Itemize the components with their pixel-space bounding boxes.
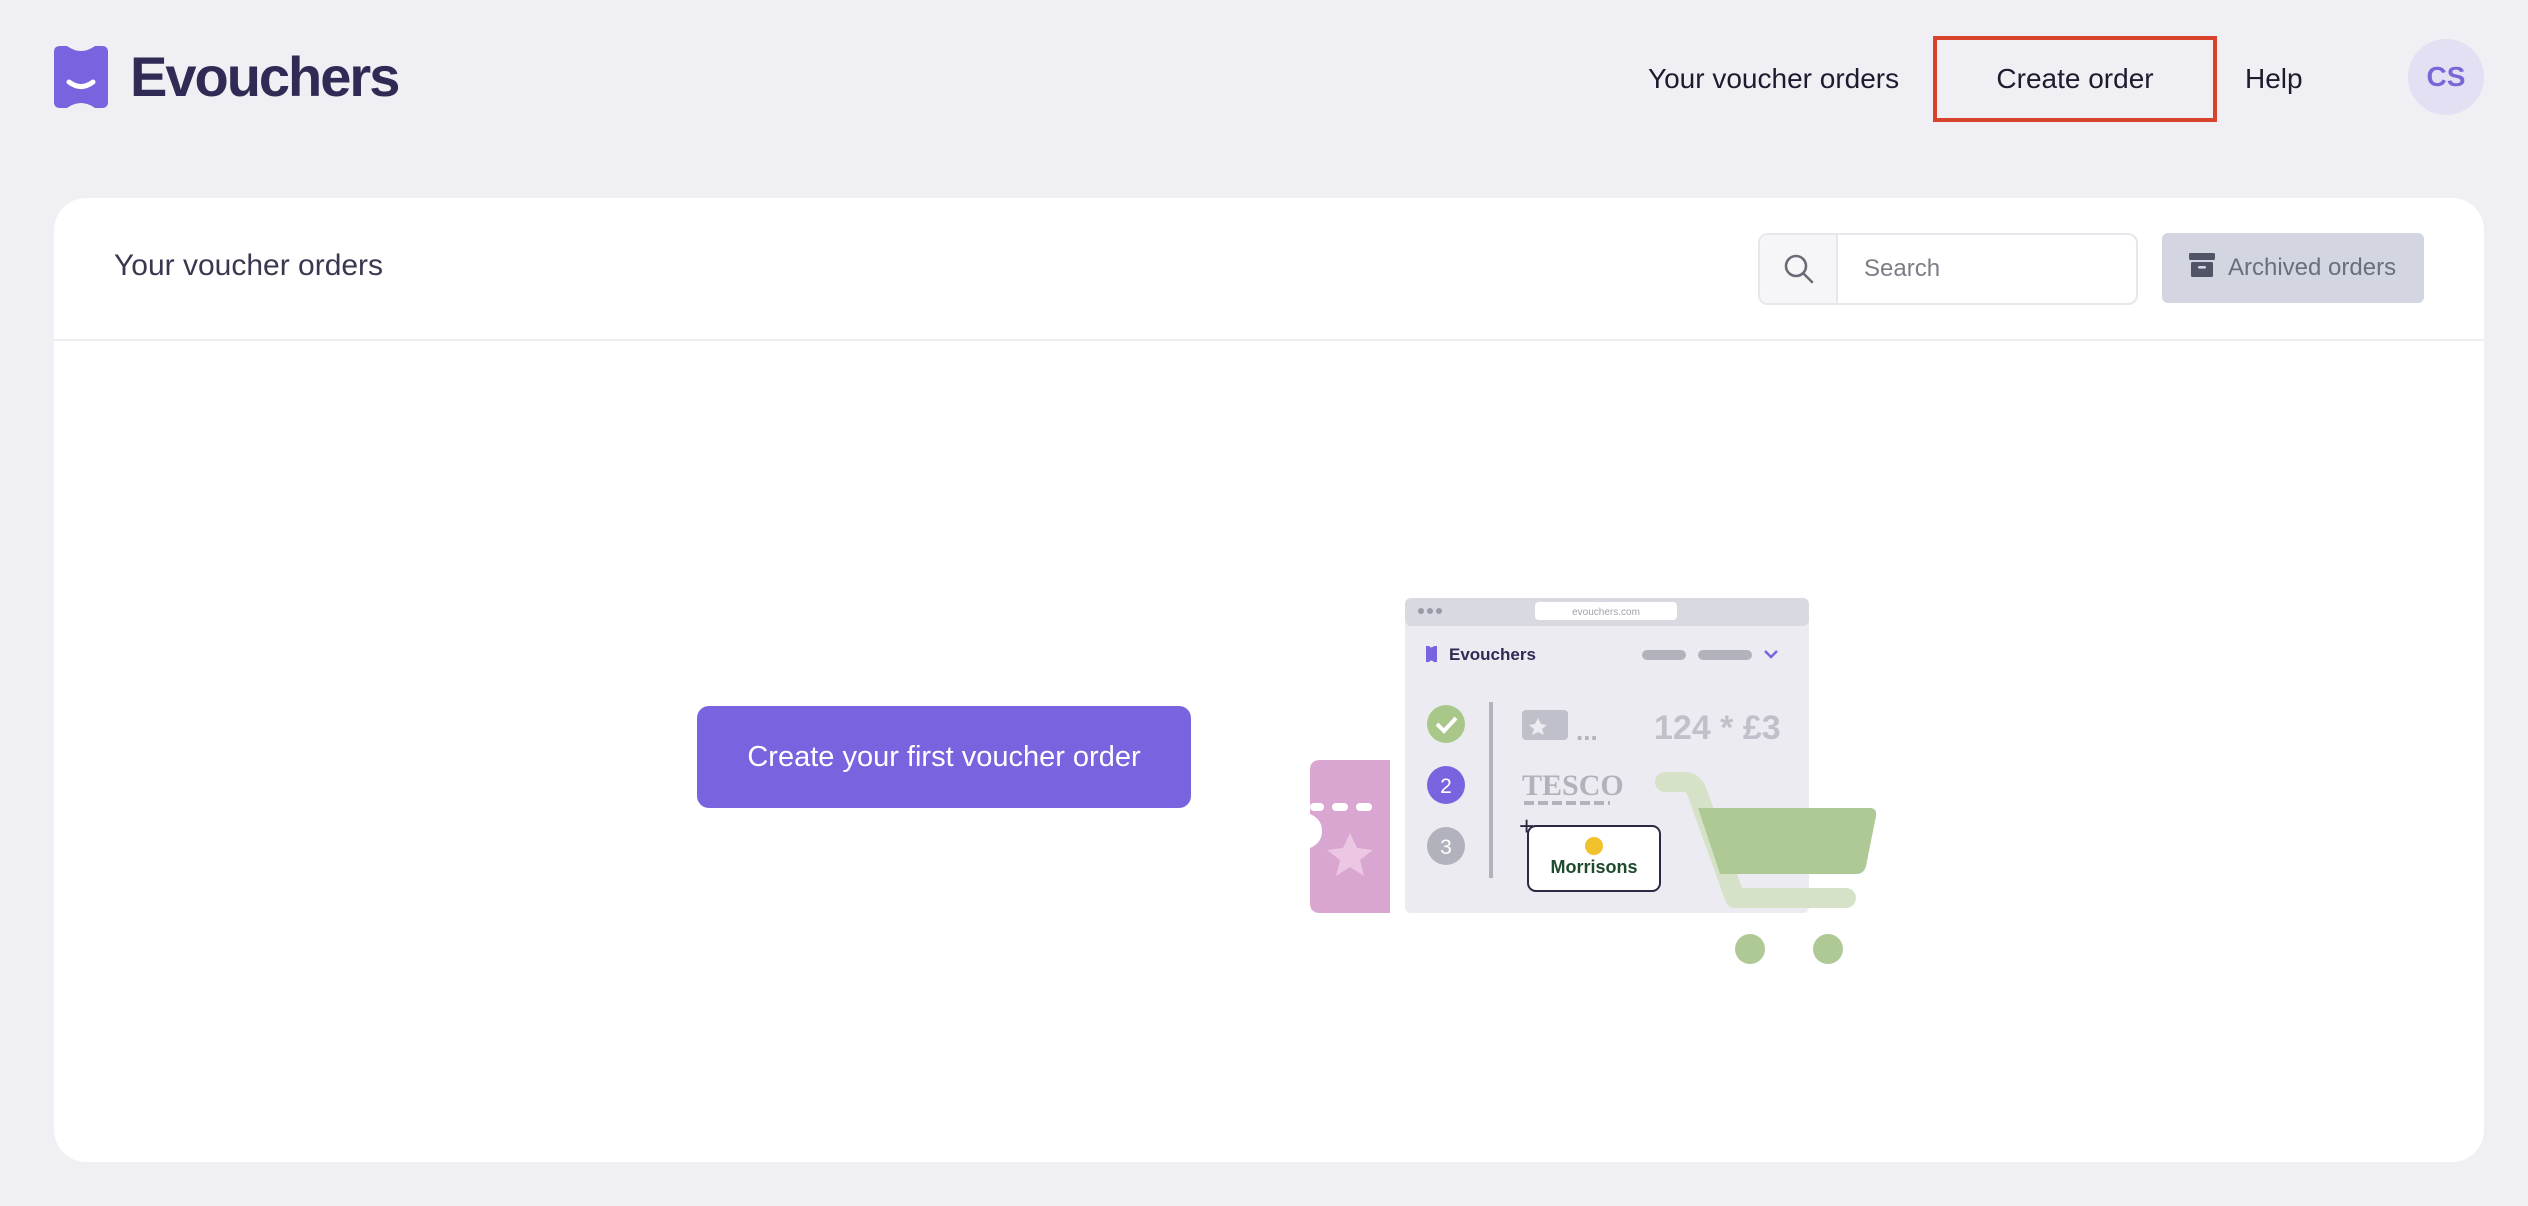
illustration-brand: Evouchers [1449,645,1536,664]
illustration-quantity: 124 * £3 [1654,709,1781,747]
nav-help[interactable]: Help [2245,36,2303,122]
retailer-morrisons: Morrisons [1550,857,1637,877]
search-box [1758,233,2138,305]
illustration-ellipsis: ... [1576,716,1598,746]
step-three: 3 [1440,836,1452,859]
orders-card: Your voucher orders Archived orders Crea… [54,198,2484,1162]
voucher-ticket-icon [1310,760,1390,913]
top-nav: Your voucher orders Create order Help [0,36,2528,122]
archived-orders-button[interactable]: Archived orders [2162,233,2424,303]
search-icon[interactable] [1760,235,1838,303]
search-input[interactable] [1840,235,2136,303]
nav-create-order[interactable]: Create order [1933,36,2217,122]
header: Evouchers Your voucher orders Create ord… [0,0,2528,155]
step-two: 2 [1440,775,1452,798]
archived-orders-label: Archived orders [2228,254,2397,281]
card-header: Your voucher orders Archived orders [54,198,2484,341]
empty-state-illustration: evouchers.com Evouchers 2 3 ... 124 * £3… [1310,598,1877,964]
archive-box-icon [2189,253,2215,277]
page-title: Your voucher orders [114,249,384,282]
create-first-order-button[interactable]: Create your first voucher order [697,706,1191,808]
browser-url: evouchers.com [1572,607,1640,618]
nav-your-voucher-orders[interactable]: Your voucher orders [1648,36,1899,122]
retailer-tesco: TESCO [1522,769,1624,802]
avatar[interactable]: CS [2408,39,2484,115]
